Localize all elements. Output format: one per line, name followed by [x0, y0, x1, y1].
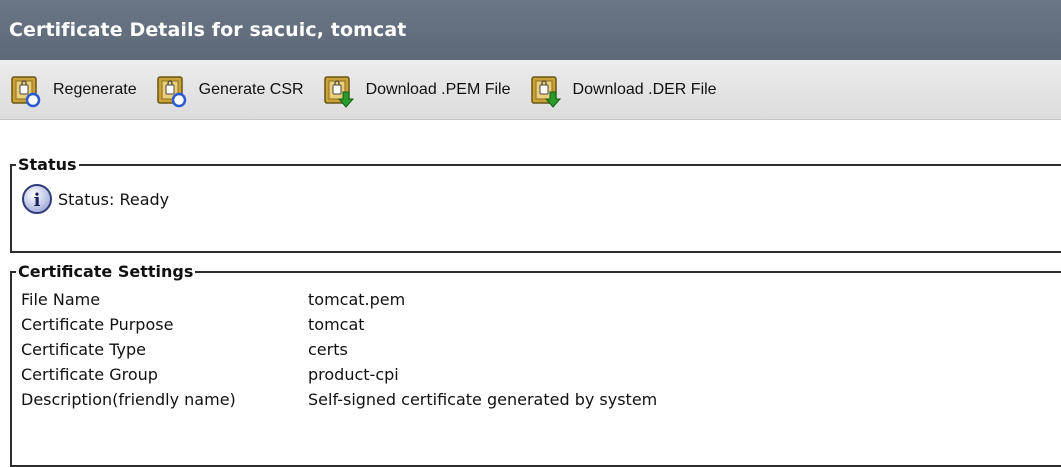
settings-value: certs	[308, 340, 348, 359]
status-legend: Status	[18, 155, 77, 174]
settings-label: Certificate Type	[21, 340, 146, 359]
certificate-regenerate-icon	[9, 72, 43, 108]
certificate-settings-section: Certificate Settings File Name tomcat.pe…	[10, 262, 1061, 467]
certificate-regenerate-icon	[155, 72, 189, 108]
settings-value: tomcat	[308, 315, 365, 334]
settings-value: product-cpi	[308, 365, 399, 384]
status-text: Status: Ready	[58, 189, 170, 209]
settings-row-description: Description(friendly name) Self-signed c…	[21, 387, 657, 412]
download-pem-label: Download .PEM File	[365, 80, 511, 98]
status-section: Status i Status: Ready	[10, 155, 1061, 253]
generate-csr-button[interactable]: Generate CSR	[155, 70, 304, 110]
certificate-settings-table: File Name tomcat.pem Certificate Purpose…	[21, 287, 657, 412]
page-title-bar: Certificate Details for sacuic, tomcat	[0, 0, 1061, 60]
settings-value: Self-signed certificate generated by sys…	[308, 390, 658, 409]
regenerate-button[interactable]: Regenerate	[9, 70, 137, 110]
status-row: i Status: Ready	[20, 182, 1061, 216]
page-title: Certificate Details for sacuic, tomcat	[9, 19, 407, 41]
settings-row-purpose: Certificate Purpose tomcat	[21, 312, 657, 337]
toolbar: Regenerate Generate CSR Download .PEM Fi…	[0, 60, 1061, 120]
settings-label: Certificate Group	[21, 365, 158, 384]
settings-value: tomcat.pem	[308, 290, 406, 309]
download-der-label: Download .DER File	[572, 80, 717, 98]
certificate-download-icon	[529, 72, 563, 108]
settings-label: Certificate Purpose	[21, 315, 174, 334]
regenerate-label: Regenerate	[53, 80, 137, 98]
info-icon: i	[20, 182, 54, 216]
settings-row-group: Certificate Group product-cpi	[21, 362, 657, 387]
settings-label: Description(friendly name)	[21, 390, 236, 409]
settings-label: File Name	[21, 290, 101, 309]
settings-row-type: Certificate Type certs	[21, 337, 657, 362]
certificate-download-icon	[322, 72, 356, 108]
download-pem-button[interactable]: Download .PEM File	[322, 70, 511, 110]
generate-csr-label: Generate CSR	[198, 80, 304, 98]
download-der-button[interactable]: Download .DER File	[529, 70, 717, 110]
svg-text:i: i	[34, 190, 41, 211]
certificate-settings-legend: Certificate Settings	[18, 262, 194, 281]
settings-row-file-name: File Name tomcat.pem	[21, 287, 657, 312]
